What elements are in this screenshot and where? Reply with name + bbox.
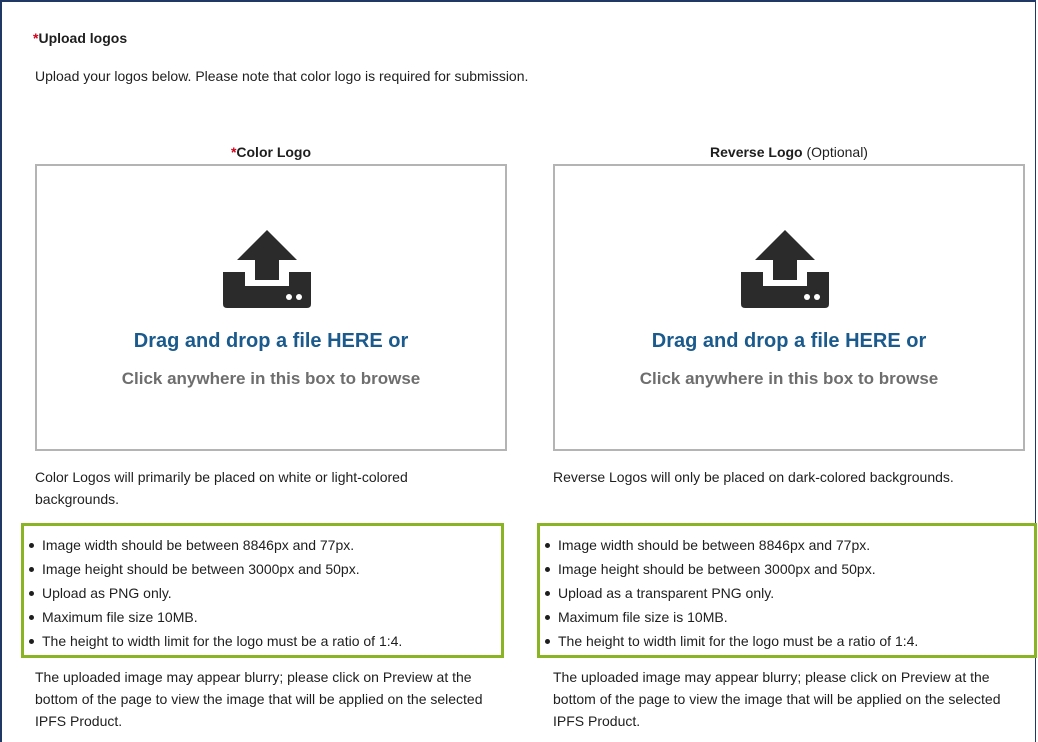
dropzone-browse-text: Click anywhere in this box to browse	[639, 369, 939, 388]
reverse-logo-title-text: Reverse Logo	[710, 144, 803, 160]
color-logo-description: Color Logos will primarily be placed on …	[35, 469, 408, 507]
reverse-logo-title: Reverse Logo (Optional)	[553, 144, 1025, 160]
requirement-item: Upload as PNG only.	[26, 581, 402, 605]
section-title: *Upload logos	[33, 30, 127, 46]
requirement-item: Image height should be between 3000px an…	[542, 557, 918, 581]
color-logo-title-text: Color Logo	[236, 144, 312, 160]
dropzone-main-text: Drag and drop a file HERE or	[651, 330, 927, 352]
requirement-item: Image width should be between 8846px and…	[542, 533, 918, 557]
requirement-item: The height to width limit for the logo m…	[542, 629, 918, 653]
requirement-item: Maximum file size is 10MB.	[542, 605, 918, 629]
optional-label: (Optional)	[806, 144, 868, 160]
intro-text: Upload your logos below. Please note tha…	[35, 68, 529, 84]
requirement-item: Maximum file size 10MB.	[26, 605, 402, 629]
requirement-item: Image width should be between 8846px and…	[26, 533, 402, 557]
reverse-logo-dropzone[interactable]: Drag and drop a file HERE or Click anywh…	[553, 164, 1025, 451]
color-logo-dropzone[interactable]: Drag and drop a file HERE or Click anywh…	[35, 164, 507, 451]
dropzone-main-text: Drag and drop a file HERE or	[133, 330, 409, 352]
requirement-item: Image height should be between 3000px an…	[26, 557, 402, 581]
upload-logos-panel: *Upload logos Upload your logos below. P…	[0, 0, 1037, 742]
dropzone-browse-text: Click anywhere in this box to browse	[121, 369, 421, 388]
upload-icon	[223, 230, 311, 308]
reverse-logo-requirements: Image width should be between 8846px and…	[537, 523, 1037, 658]
color-logo-title: *Color Logo	[35, 144, 507, 160]
reverse-logo-description: Reverse Logos will only be placed on dar…	[553, 469, 954, 485]
color-logo-blurry-note: The uploaded image may appear blurry; pl…	[35, 669, 483, 729]
color-logo-requirements: Image width should be between 8846px and…	[21, 523, 504, 658]
requirement-item: Upload as a transparent PNG only.	[542, 581, 918, 605]
reverse-logo-blurry-note: The uploaded image may appear blurry; pl…	[553, 669, 1001, 729]
section-title-text: Upload logos	[38, 30, 128, 46]
requirement-item: The height to width limit for the logo m…	[26, 629, 402, 653]
upload-icon	[741, 230, 829, 308]
